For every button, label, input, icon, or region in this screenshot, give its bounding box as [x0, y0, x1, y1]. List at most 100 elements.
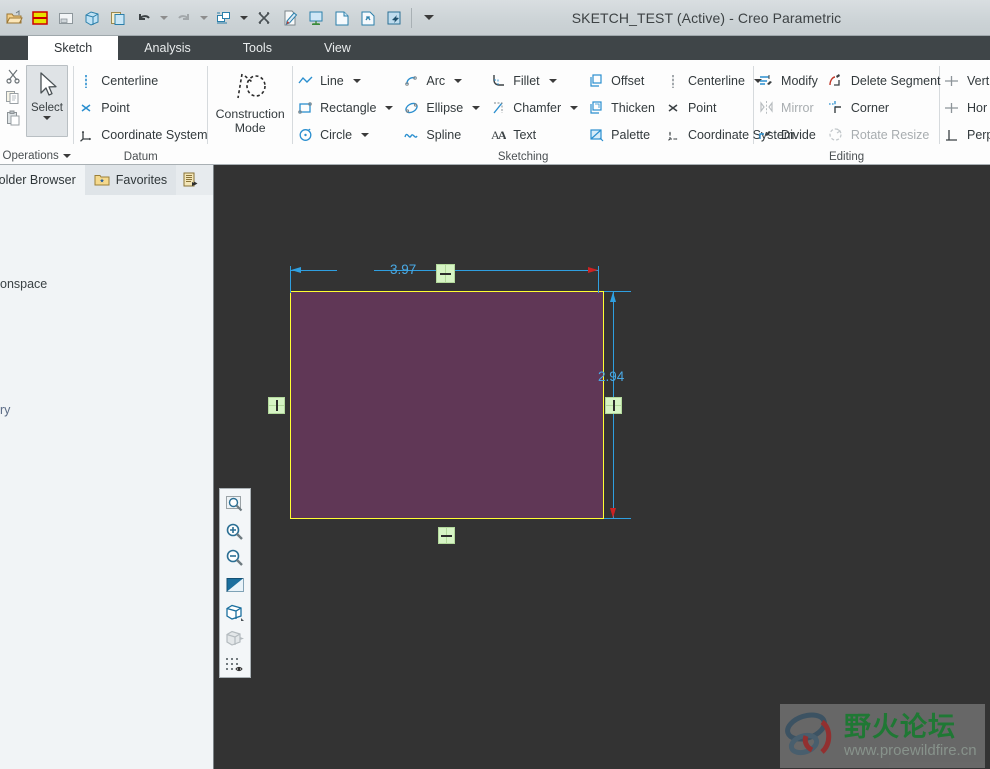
sketch-arc-button[interactable]: Arc — [399, 67, 486, 94]
nav-entry-working-directory[interactable]: ry — [0, 403, 10, 417]
sketch-rectangle-button[interactable]: Rectangle — [293, 94, 399, 121]
edit-corner-button[interactable]: Corner — [824, 94, 947, 121]
datum-coordinate-system-label: Coordinate System — [101, 127, 208, 142]
fillet-dropdown-icon[interactable] — [548, 78, 557, 83]
annotate-icon[interactable] — [278, 6, 302, 30]
fillet-icon — [490, 73, 506, 89]
construction-mode-button[interactable]: Construction Mode — [208, 64, 292, 135]
constraint-vertical-button[interactable]: Vert — [940, 67, 990, 94]
import-icon[interactable] — [382, 6, 406, 30]
sketch-thicken-button[interactable]: Thicken — [584, 94, 661, 121]
redo-dropdown-icon[interactable] — [198, 6, 210, 30]
copy-model-icon[interactable] — [106, 6, 130, 30]
paste-icon[interactable] — [4, 109, 22, 127]
horizontal-constraint-marker-top[interactable] — [436, 264, 455, 283]
line-dropdown-icon[interactable] — [352, 78, 361, 83]
chamfer-dropdown-icon[interactable] — [570, 105, 579, 110]
close-window-icon[interactable] — [252, 6, 276, 30]
sketch-spline-button[interactable]: Spline — [399, 121, 486, 148]
save-icon[interactable] — [28, 6, 52, 30]
operations-small-buttons[interactable] — [0, 64, 22, 127]
view-toolbar[interactable] — [219, 488, 251, 678]
edit-modify-button[interactable]: Modify — [754, 67, 824, 94]
tab-tools[interactable]: Tools — [217, 36, 298, 60]
edit-modify-label: Modify — [781, 73, 818, 88]
sketch-line-label: Line — [320, 73, 344, 88]
saved-orientations-icon[interactable] — [222, 600, 248, 624]
constraint-vertical-label: Vert — [966, 73, 990, 88]
vertical-constraint-marker-right[interactable] — [605, 397, 622, 414]
undo-dropdown-icon[interactable] — [158, 6, 170, 30]
sketch-line-button[interactable]: Line — [293, 67, 399, 94]
customize-toolbar-icon[interactable] — [417, 6, 441, 30]
tab-sketch[interactable]: Sketch — [28, 36, 119, 60]
datum-point-button[interactable]: Point — [74, 94, 213, 121]
vertical-dimension-value[interactable]: 2.94 — [598, 369, 624, 384]
datum-display-filters-icon[interactable] — [222, 653, 248, 677]
thicken-icon — [588, 100, 604, 116]
navigation-panel: Folder Browser Favorites onspace ry — [0, 165, 214, 769]
sketch-fillet-button[interactable]: Fillet — [486, 67, 584, 94]
sketch-offset-button[interactable]: Offset — [584, 67, 661, 94]
watermark-text: 野火论坛 www.proewildfire.cn — [844, 713, 977, 759]
tab-view[interactable]: View — [298, 36, 377, 60]
zoom-in-icon[interactable] — [222, 520, 248, 544]
edit-delete-segment-button[interactable]: Delete Segment — [824, 67, 947, 94]
arc-dropdown-icon[interactable] — [454, 78, 463, 83]
sketch-text-button[interactable]: AA Text — [486, 121, 584, 148]
navigator-settings-icon[interactable] — [176, 165, 206, 195]
divide-icon — [758, 127, 774, 143]
operations-group-label[interactable]: Operations — [0, 147, 73, 165]
sketch-rectangle-label: Rectangle — [320, 100, 377, 115]
navigation-tree[interactable]: onspace ry — [0, 195, 213, 769]
switch-window-icon[interactable] — [356, 6, 380, 30]
regenerate-icon[interactable] — [212, 6, 236, 30]
datum-coordinate-system-button[interactable]: Coordinate System — [74, 121, 213, 148]
svg-text:A: A — [498, 128, 506, 142]
edit-rotate-resize-button[interactable]: Rotate Resize — [824, 121, 947, 148]
vertical-constraint-marker-left[interactable] — [268, 397, 285, 414]
horizontal-constraint-marker-bottom[interactable] — [438, 527, 455, 544]
zoom-to-fit-icon[interactable] — [222, 493, 248, 517]
constraint-perpendicular-button[interactable]: Perp — [940, 121, 990, 148]
redo-icon[interactable] — [172, 6, 196, 30]
navigation-tab-bar[interactable]: Folder Browser Favorites — [0, 165, 213, 195]
constraint-horizontal-button[interactable]: Hor — [940, 94, 990, 121]
view-manager-icon[interactable] — [222, 627, 248, 651]
vertical-symbol — [275, 400, 278, 411]
graphics-window[interactable]: 3.97 2.94 野火论坛 www.proewildfire.cn — [214, 165, 990, 769]
new-window-icon[interactable] — [330, 6, 354, 30]
operations-group-dropdown-icon[interactable] — [62, 154, 71, 158]
cut-icon[interactable] — [4, 67, 22, 85]
edit-divide-button[interactable]: Divide — [754, 121, 824, 148]
edit-mirror-button[interactable]: Mirror — [754, 94, 824, 121]
tab-analysis[interactable]: Analysis — [118, 36, 217, 60]
shaded-model-icon[interactable] — [80, 6, 104, 30]
nav-tab-favorites[interactable]: Favorites — [84, 165, 177, 195]
horizontal-dimension-value[interactable]: 3.97 — [390, 262, 416, 277]
open-icon[interactable] — [2, 6, 26, 30]
nav-entry-commonspace[interactable]: onspace — [0, 277, 47, 291]
rectangle-dropdown-icon[interactable] — [385, 105, 394, 110]
quick-access-toolbar[interactable] — [0, 6, 441, 30]
select-dropdown-icon[interactable] — [43, 116, 51, 120]
sketch-circle-button[interactable]: Circle — [293, 121, 399, 148]
sketch-chamfer-button[interactable]: Chamfer — [486, 94, 584, 121]
sketch-rectangle-geometry[interactable] — [290, 291, 604, 519]
zoom-out-icon[interactable] — [222, 546, 248, 570]
display-style-icon[interactable] — [304, 6, 328, 30]
minimize-window-icon[interactable] — [54, 6, 78, 30]
datum-centerline-button[interactable]: Centerline — [74, 67, 213, 94]
select-button[interactable]: Select — [26, 65, 68, 137]
circle-dropdown-icon[interactable] — [361, 132, 370, 137]
copy-icon[interactable] — [4, 88, 22, 106]
display-style-icon[interactable] — [222, 573, 248, 597]
ribbon-tab-bar[interactable]: Sketch Analysis Tools View — [0, 36, 990, 60]
regenerate-dropdown-icon[interactable] — [238, 6, 250, 30]
sketch-ellipse-button[interactable]: Ellipse — [399, 94, 486, 121]
nav-tab-folder-browser[interactable]: Folder Browser — [0, 165, 85, 195]
circle-icon — [297, 127, 313, 143]
sketch-palette-button[interactable]: Palette — [584, 121, 661, 148]
undo-icon[interactable] — [132, 6, 156, 30]
ellipse-dropdown-icon[interactable] — [472, 105, 481, 110]
